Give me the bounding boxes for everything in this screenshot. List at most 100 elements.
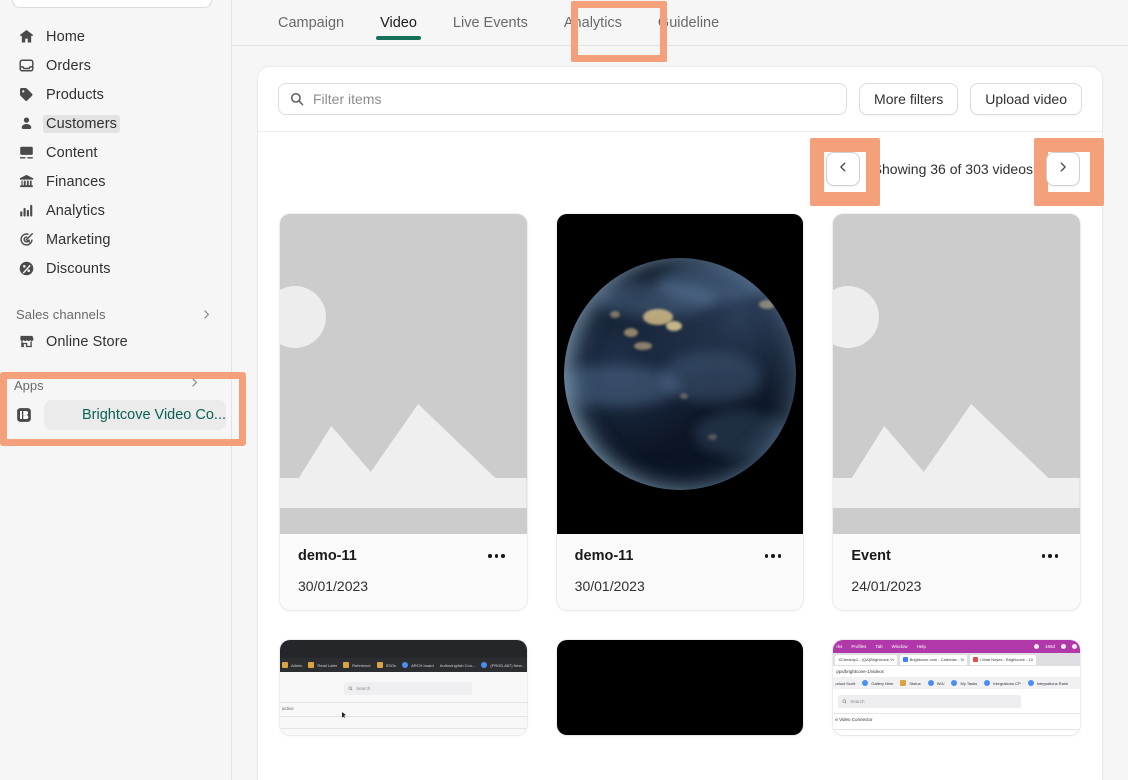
browser-screenshot: rks Profiles Tab Window Help 166d XCbeau…	[833, 640, 1080, 735]
earth-night-globe	[563, 258, 796, 490]
video-thumbnail-placeholder	[833, 214, 1080, 534]
sidebar-section-sales-channels[interactable]: Sales channels	[8, 301, 223, 327]
filter-bar: More filters Upload video	[258, 67, 1102, 132]
sidebar-item-analytics[interactable]: Analytics	[8, 196, 223, 225]
sidebar-item-label: Content	[46, 144, 98, 161]
chevron-left-icon	[836, 160, 850, 179]
video-meta-top: demo-11	[575, 548, 786, 564]
browser-page-search: Search	[838, 695, 1021, 708]
video-meta: Event 24/01/2023	[833, 534, 1080, 610]
upload-video-button[interactable]: Upload video	[970, 83, 1082, 115]
sidebar-item-discounts[interactable]: Discounts	[8, 254, 223, 283]
prev-page-button[interactable]	[825, 152, 860, 186]
video-title: Event	[851, 548, 891, 564]
finances-bank-icon	[16, 172, 36, 192]
browser-bookmarks-bar: Admin Read Later Reference SSOs ARCH boa…	[280, 658, 527, 672]
pagination-count-label: Showing 36 of 303 videos	[872, 161, 1033, 177]
sidebar-item-products[interactable]: Products	[8, 80, 223, 109]
placeholder-bottom-bar	[280, 508, 527, 534]
discounts-percent-icon	[16, 259, 36, 279]
home-icon	[16, 27, 36, 47]
tab-guideline[interactable]: Guideline	[640, 0, 737, 46]
browser-menu-bar: rks Profiles Tab Window Help 166d	[833, 640, 1080, 653]
sidebar-section-apps[interactable]: Apps	[0, 372, 231, 398]
browser-chrome-bar	[280, 640, 527, 658]
apps-label: Apps	[14, 377, 44, 393]
customers-person-icon	[16, 114, 36, 134]
headphones-icon	[1072, 644, 1077, 649]
marketing-target-icon	[16, 230, 36, 250]
menu-label: Profiles	[851, 644, 867, 649]
bookmark-label: My Tasks	[960, 680, 978, 686]
chevron-right-icon	[200, 308, 213, 321]
bookmark-label: SSOs	[385, 662, 397, 668]
video-meta: demo-11 30/01/2023	[557, 534, 804, 610]
pagination-bar: Showing 36 of 303 videos	[258, 132, 1104, 206]
more-options-icon[interactable]	[484, 550, 509, 562]
sidebar: Home Orders Products Customers Content F…	[0, 0, 246, 780]
sidebar-item-content[interactable]: Content	[8, 138, 223, 167]
sidebar-item-home[interactable]: Home	[8, 22, 223, 51]
video-card[interactable]	[556, 640, 804, 735]
video-title: demo-11	[298, 548, 357, 564]
chevron-right-icon	[188, 376, 201, 394]
sidebar-item-label: Analytics	[46, 202, 105, 219]
more-options-icon[interactable]	[1038, 550, 1063, 562]
video-thumbnail-placeholder	[280, 214, 527, 534]
apps-section-wrapper: Apps Brightcove Video Co...	[0, 372, 246, 446]
sidebar-top-search-box[interactable]	[12, 0, 212, 8]
tab-campaign[interactable]: Campaign	[260, 0, 362, 46]
more-options-icon[interactable]	[761, 550, 786, 562]
browser-tab-strip: XCbeauty1 - (QA)Brightcove Vi Brightcove…	[833, 653, 1080, 666]
tab-analytics[interactable]: Analytics	[546, 0, 640, 46]
more-filters-button[interactable]: More filters	[859, 83, 959, 115]
video-card[interactable]: Admin Read Later Reference SSOs ARCH boa…	[280, 640, 527, 735]
sidebar-item-label: Customers	[43, 114, 120, 133]
sidebar-item-label: Products	[46, 86, 105, 103]
placeholder-mountain-shape	[280, 404, 527, 508]
products-tag-icon	[16, 85, 36, 105]
video-card[interactable]: demo-11 30/01/2023	[556, 214, 804, 610]
video-thumbnail-globe	[556, 214, 804, 534]
sidebar-item-customers[interactable]: Customers	[8, 109, 223, 138]
sidebar-item-label: Home	[46, 28, 86, 45]
video-date: 24/01/2023	[851, 578, 922, 594]
sidebar-item-online-store[interactable]: Online Store	[8, 327, 223, 356]
video-meta-top: demo-11	[298, 548, 509, 564]
search-input[interactable]	[313, 91, 837, 107]
filter-items-search[interactable]	[278, 83, 848, 115]
bookmark-label: Read Later	[317, 662, 338, 668]
placeholder-sun-shape	[280, 286, 326, 348]
tab-video[interactable]: Video	[362, 0, 435, 46]
video-card[interactable]: rks Profiles Tab Window Help 166d XCbeau…	[833, 640, 1080, 735]
video-card[interactable]: Event 24/01/2023	[833, 214, 1080, 610]
video-meta: demo-11 30/01/2023	[280, 534, 527, 610]
sidebar-item-marketing[interactable]: Marketing	[8, 225, 223, 254]
bookmark-label: WIU	[936, 680, 945, 686]
tab-label: Campaign	[278, 15, 345, 31]
browser-page-body: Search active	[280, 672, 527, 735]
video-thumbnail-black	[556, 640, 804, 735]
sidebar-item-label: Orders	[46, 57, 91, 74]
browser-page-search: Search	[344, 682, 473, 695]
sidebar-item-brightcove-video-connector[interactable]: Brightcove Video Co...	[14, 400, 227, 430]
tab-live-events[interactable]: Live Events	[435, 0, 546, 46]
sidebar-item-finances[interactable]: Finances	[8, 167, 223, 196]
bookmark-label: Status	[909, 680, 921, 686]
chevron-right-icon	[1056, 160, 1070, 179]
status-dot-icon	[1061, 644, 1066, 649]
browser-tab: I Matt Noyes - Brightcove - 10	[970, 654, 1036, 665]
browser-url-text: pps/brightcove-1/videos	[836, 669, 884, 674]
apps-section: Apps Brightcove Video Co...	[0, 372, 231, 430]
video-thumbnail-browser-dark: Admin Read Later Reference SSOs ARCH boa…	[280, 640, 527, 735]
bookmark-label: Integrations CP	[993, 680, 1021, 686]
bookmark-label: Gallery Nine	[871, 680, 894, 686]
tab-label: Live Events	[452, 15, 528, 31]
menu-label: rks	[836, 644, 843, 649]
video-card[interactable]: demo-11 30/01/2023	[280, 214, 527, 610]
orders-inbox-icon	[16, 56, 36, 76]
video-date: 30/01/2023	[574, 578, 645, 594]
sidebar-item-orders[interactable]: Orders	[8, 51, 223, 80]
search-icon	[289, 91, 305, 107]
next-page-button[interactable]	[1046, 152, 1080, 186]
